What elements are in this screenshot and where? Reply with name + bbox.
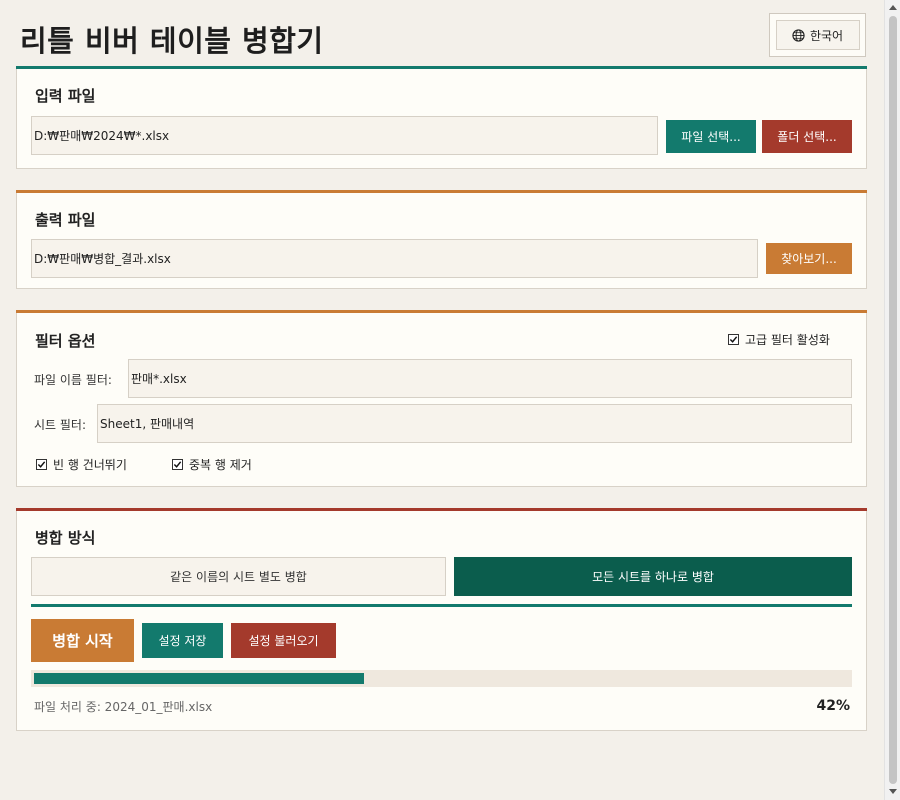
input-path-field[interactable]: D:₩판매₩2024₩*.xlsx <box>31 116 658 155</box>
language-label: 한국어 <box>809 28 844 43</box>
language-button-inner[interactable]: 한국어 <box>775 20 860 50</box>
select-file-button[interactable]: 파일 선택... <box>666 120 756 153</box>
mode-all-button[interactable]: 모든 시트를 하나로 병합 <box>454 557 852 596</box>
browse-button[interactable]: 찾아보기... <box>766 243 852 274</box>
panel-accent-bar <box>16 508 867 511</box>
checkbox-box[interactable] <box>728 334 739 345</box>
panel-accent-bar <box>16 310 867 313</box>
scroll-down-icon[interactable] <box>889 789 897 794</box>
scroll-thumb[interactable] <box>889 16 897 784</box>
filter-panel: 필터 옵션 고급 필터 활성화 파일 이름 필터: 판매*.xlsx 시트 필터… <box>16 310 867 487</box>
load-settings-button[interactable]: 설정 불러오기 <box>231 623 336 658</box>
remove-duplicate-label: 중복 행 제거 <box>189 458 252 472</box>
scroll-up-icon[interactable] <box>889 5 897 10</box>
filename-filter-input[interactable]: 판매*.xlsx <box>128 359 852 398</box>
filter-panel-title: 필터 옵션 <box>35 332 96 350</box>
panel-accent-bar <box>16 66 867 69</box>
app-title: 리틀 비버 테이블 병합기 <box>20 24 324 58</box>
progress-percent: 42% <box>816 698 850 714</box>
check-icon <box>173 461 182 468</box>
globe-icon <box>792 28 805 42</box>
checkbox-box[interactable] <box>36 459 47 470</box>
input-panel-title: 입력 파일 <box>35 87 96 105</box>
advanced-filter-label: 고급 필터 활성화 <box>745 333 830 347</box>
status-text: 파일 처리 중: 2024_01_판매.xlsx <box>34 700 213 714</box>
vertical-scrollbar[interactable] <box>884 0 900 800</box>
mode-separate-button[interactable]: 같은 이름의 시트 별도 병합 <box>31 557 446 596</box>
app-window: 리틀 비버 테이블 병합기 한국어 입력 파일 D:₩판매₩2024₩*.xls… <box>0 0 884 800</box>
progress-fill <box>34 673 364 684</box>
panel-accent-bar <box>16 190 867 193</box>
output-panel: 출력 파일 D:₩판매₩병합_결과.xlsx 찾아보기... <box>16 190 867 289</box>
save-settings-button[interactable]: 설정 저장 <box>142 623 223 658</box>
advanced-filter-checkbox[interactable]: 고급 필터 활성화 <box>728 331 830 348</box>
sheet-filter-label: 시트 필터: <box>34 418 87 432</box>
input-panel: 입력 파일 D:₩판매₩2024₩*.xlsx 파일 선택... 폴더 선택..… <box>16 66 867 169</box>
output-path-field[interactable]: D:₩판매₩병합_결과.xlsx <box>31 239 758 278</box>
check-icon <box>729 336 738 343</box>
merge-panel-title: 병합 방식 <box>35 529 96 547</box>
language-button[interactable]: 한국어 <box>769 13 866 57</box>
filename-filter-label: 파일 이름 필터: <box>34 373 112 387</box>
checkbox-box[interactable] <box>172 459 183 470</box>
progress-bar <box>31 670 852 687</box>
select-folder-button[interactable]: 폴더 선택... <box>762 120 852 153</box>
output-panel-title: 출력 파일 <box>35 211 96 229</box>
start-merge-button[interactable]: 병합 시작 <box>31 619 134 662</box>
merge-panel: 병합 방식 같은 이름의 시트 별도 병합 모든 시트를 하나로 병합 병합 시… <box>16 508 867 731</box>
remove-duplicate-checkbox[interactable]: 중복 행 제거 <box>172 456 252 473</box>
skip-empty-checkbox[interactable]: 빈 행 건너뛰기 <box>36 456 127 473</box>
skip-empty-label: 빈 행 건너뛰기 <box>53 458 127 472</box>
sheet-filter-input[interactable]: Sheet1, 판매내역 <box>97 404 852 443</box>
check-icon <box>37 461 46 468</box>
mode-divider <box>31 604 852 607</box>
